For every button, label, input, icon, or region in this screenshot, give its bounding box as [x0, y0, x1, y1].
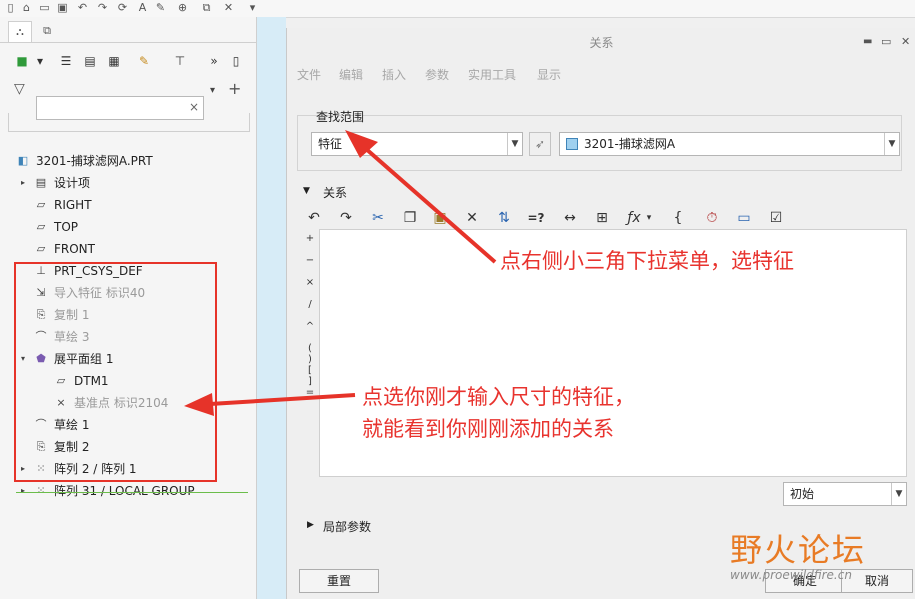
annotation-text-2a: 点选你刚才输入尺寸的特征， [362, 385, 635, 409]
arrow-head-2 [184, 393, 214, 416]
arrow-line-1 [363, 146, 497, 264]
annotation-arrows [184, 130, 497, 416]
watermark: 野火论坛 www.proewildfire.cn [730, 532, 866, 582]
arrow-line-2 [209, 393, 356, 406]
watermark-logo-text: 野火论坛 [730, 531, 867, 569]
watermark-url: www.proewildfire.cn [730, 568, 852, 582]
annotation-text-2b: 就能看到你刚刚添加的关系 [362, 417, 614, 441]
annotation-text-1: 点右侧小三角下拉菜单，选特征 [500, 249, 794, 273]
